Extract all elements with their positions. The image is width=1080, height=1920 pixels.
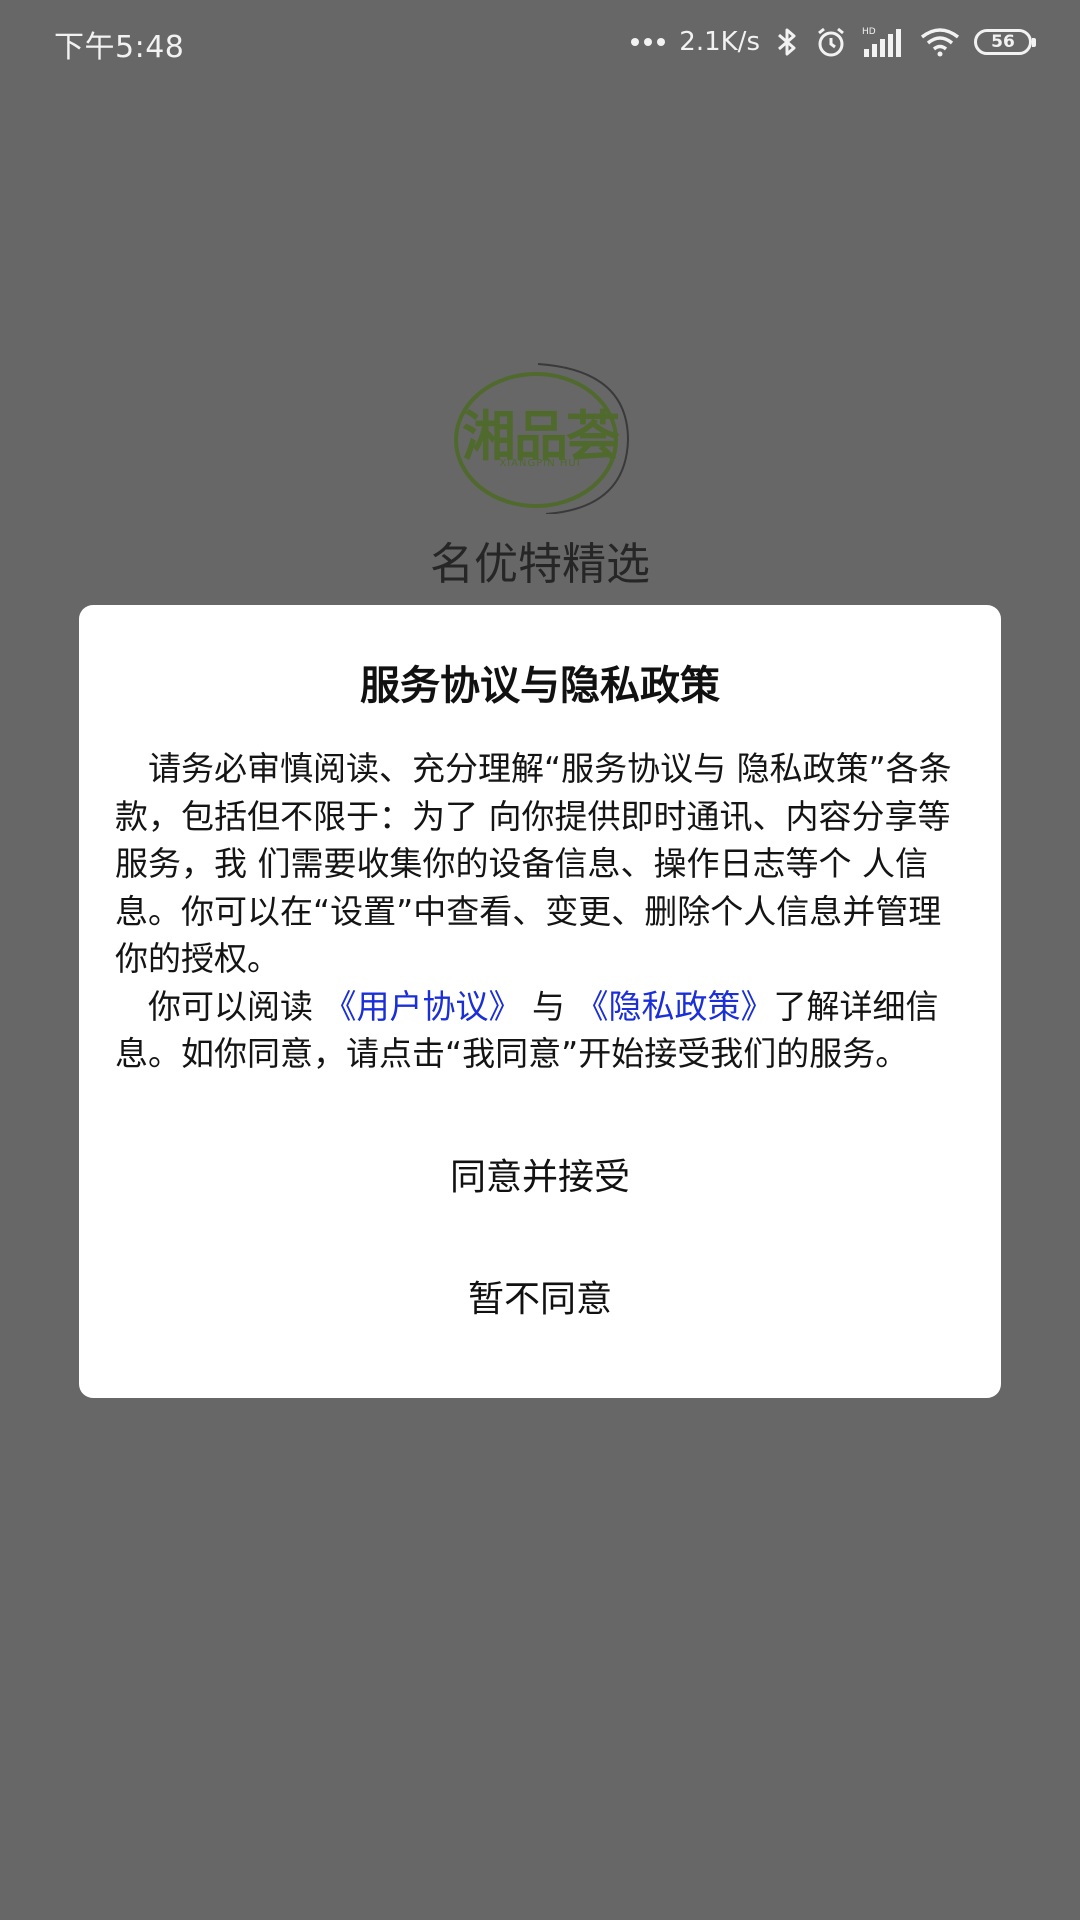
app-screen: 下午5:48 2.1K/s HD 56 湘品荟 XIANGPIN HUI 名优特… bbox=[0, 0, 1080, 1920]
alarm-icon bbox=[818, 27, 844, 57]
decline-button[interactable]: 暂不同意 bbox=[79, 1270, 1001, 1322]
privacy-policy-link[interactable]: 《隐私政策》 bbox=[575, 987, 773, 1026]
more-notifications-icon bbox=[631, 38, 666, 46]
user-agreement-link[interactable]: 《用户协议》 bbox=[324, 987, 522, 1026]
dialog-body: 请务必审慎阅读、充分理解“服务协议与 隐私政策”各条款，包括但不限于：为了 向你… bbox=[115, 745, 967, 1078]
cellular-signal-icon: HD bbox=[862, 27, 901, 57]
paragraph-2-and: 与 bbox=[521, 986, 576, 1026]
status-bar: 下午5:48 2.1K/s HD 56 bbox=[0, 0, 1080, 84]
agree-button[interactable]: 同意并接受 bbox=[79, 1148, 1001, 1200]
battery-icon: 56 bbox=[974, 29, 1036, 55]
dialog-paragraph-2: 你可以阅读 《用户协议》 与 《隐私政策》了解详细信息。如你同意，请点击“我同意… bbox=[115, 983, 967, 1078]
status-time: 下午5:48 bbox=[54, 30, 185, 65]
svg-text:HD: HD bbox=[862, 27, 876, 37]
app-logo: 湘品荟 XIANGPIN HUI bbox=[450, 362, 630, 515]
battery-level: 56 bbox=[991, 32, 1015, 52]
status-icons: 2.1K/s HD 56 bbox=[631, 18, 1036, 66]
dialog-title: 服务协议与隐私政策 bbox=[360, 663, 720, 709]
paragraph-2-prefix: 你可以阅读 bbox=[148, 986, 324, 1026]
bluetooth-icon bbox=[778, 28, 796, 56]
network-speed: 2.1K/s bbox=[679, 27, 760, 57]
app-name: 名优特精选 bbox=[430, 539, 650, 590]
dialog-paragraph-1: 请务必审慎阅读、充分理解“服务协议与 隐私政策”各条款，包括但不限于：为了 向你… bbox=[115, 745, 967, 983]
privacy-dialog: 服务协议与隐私政策 请务必审慎阅读、充分理解“服务协议与 隐私政策”各条款，包括… bbox=[79, 605, 1001, 1398]
paragraph-1-text: 请务必审慎阅读、充分理解“服务协议与 隐私政策”各条款，包括但不限于：为了 向你… bbox=[115, 749, 952, 978]
wifi-icon bbox=[920, 28, 960, 57]
logo-subtext: XIANGPIN HUI bbox=[499, 458, 581, 469]
